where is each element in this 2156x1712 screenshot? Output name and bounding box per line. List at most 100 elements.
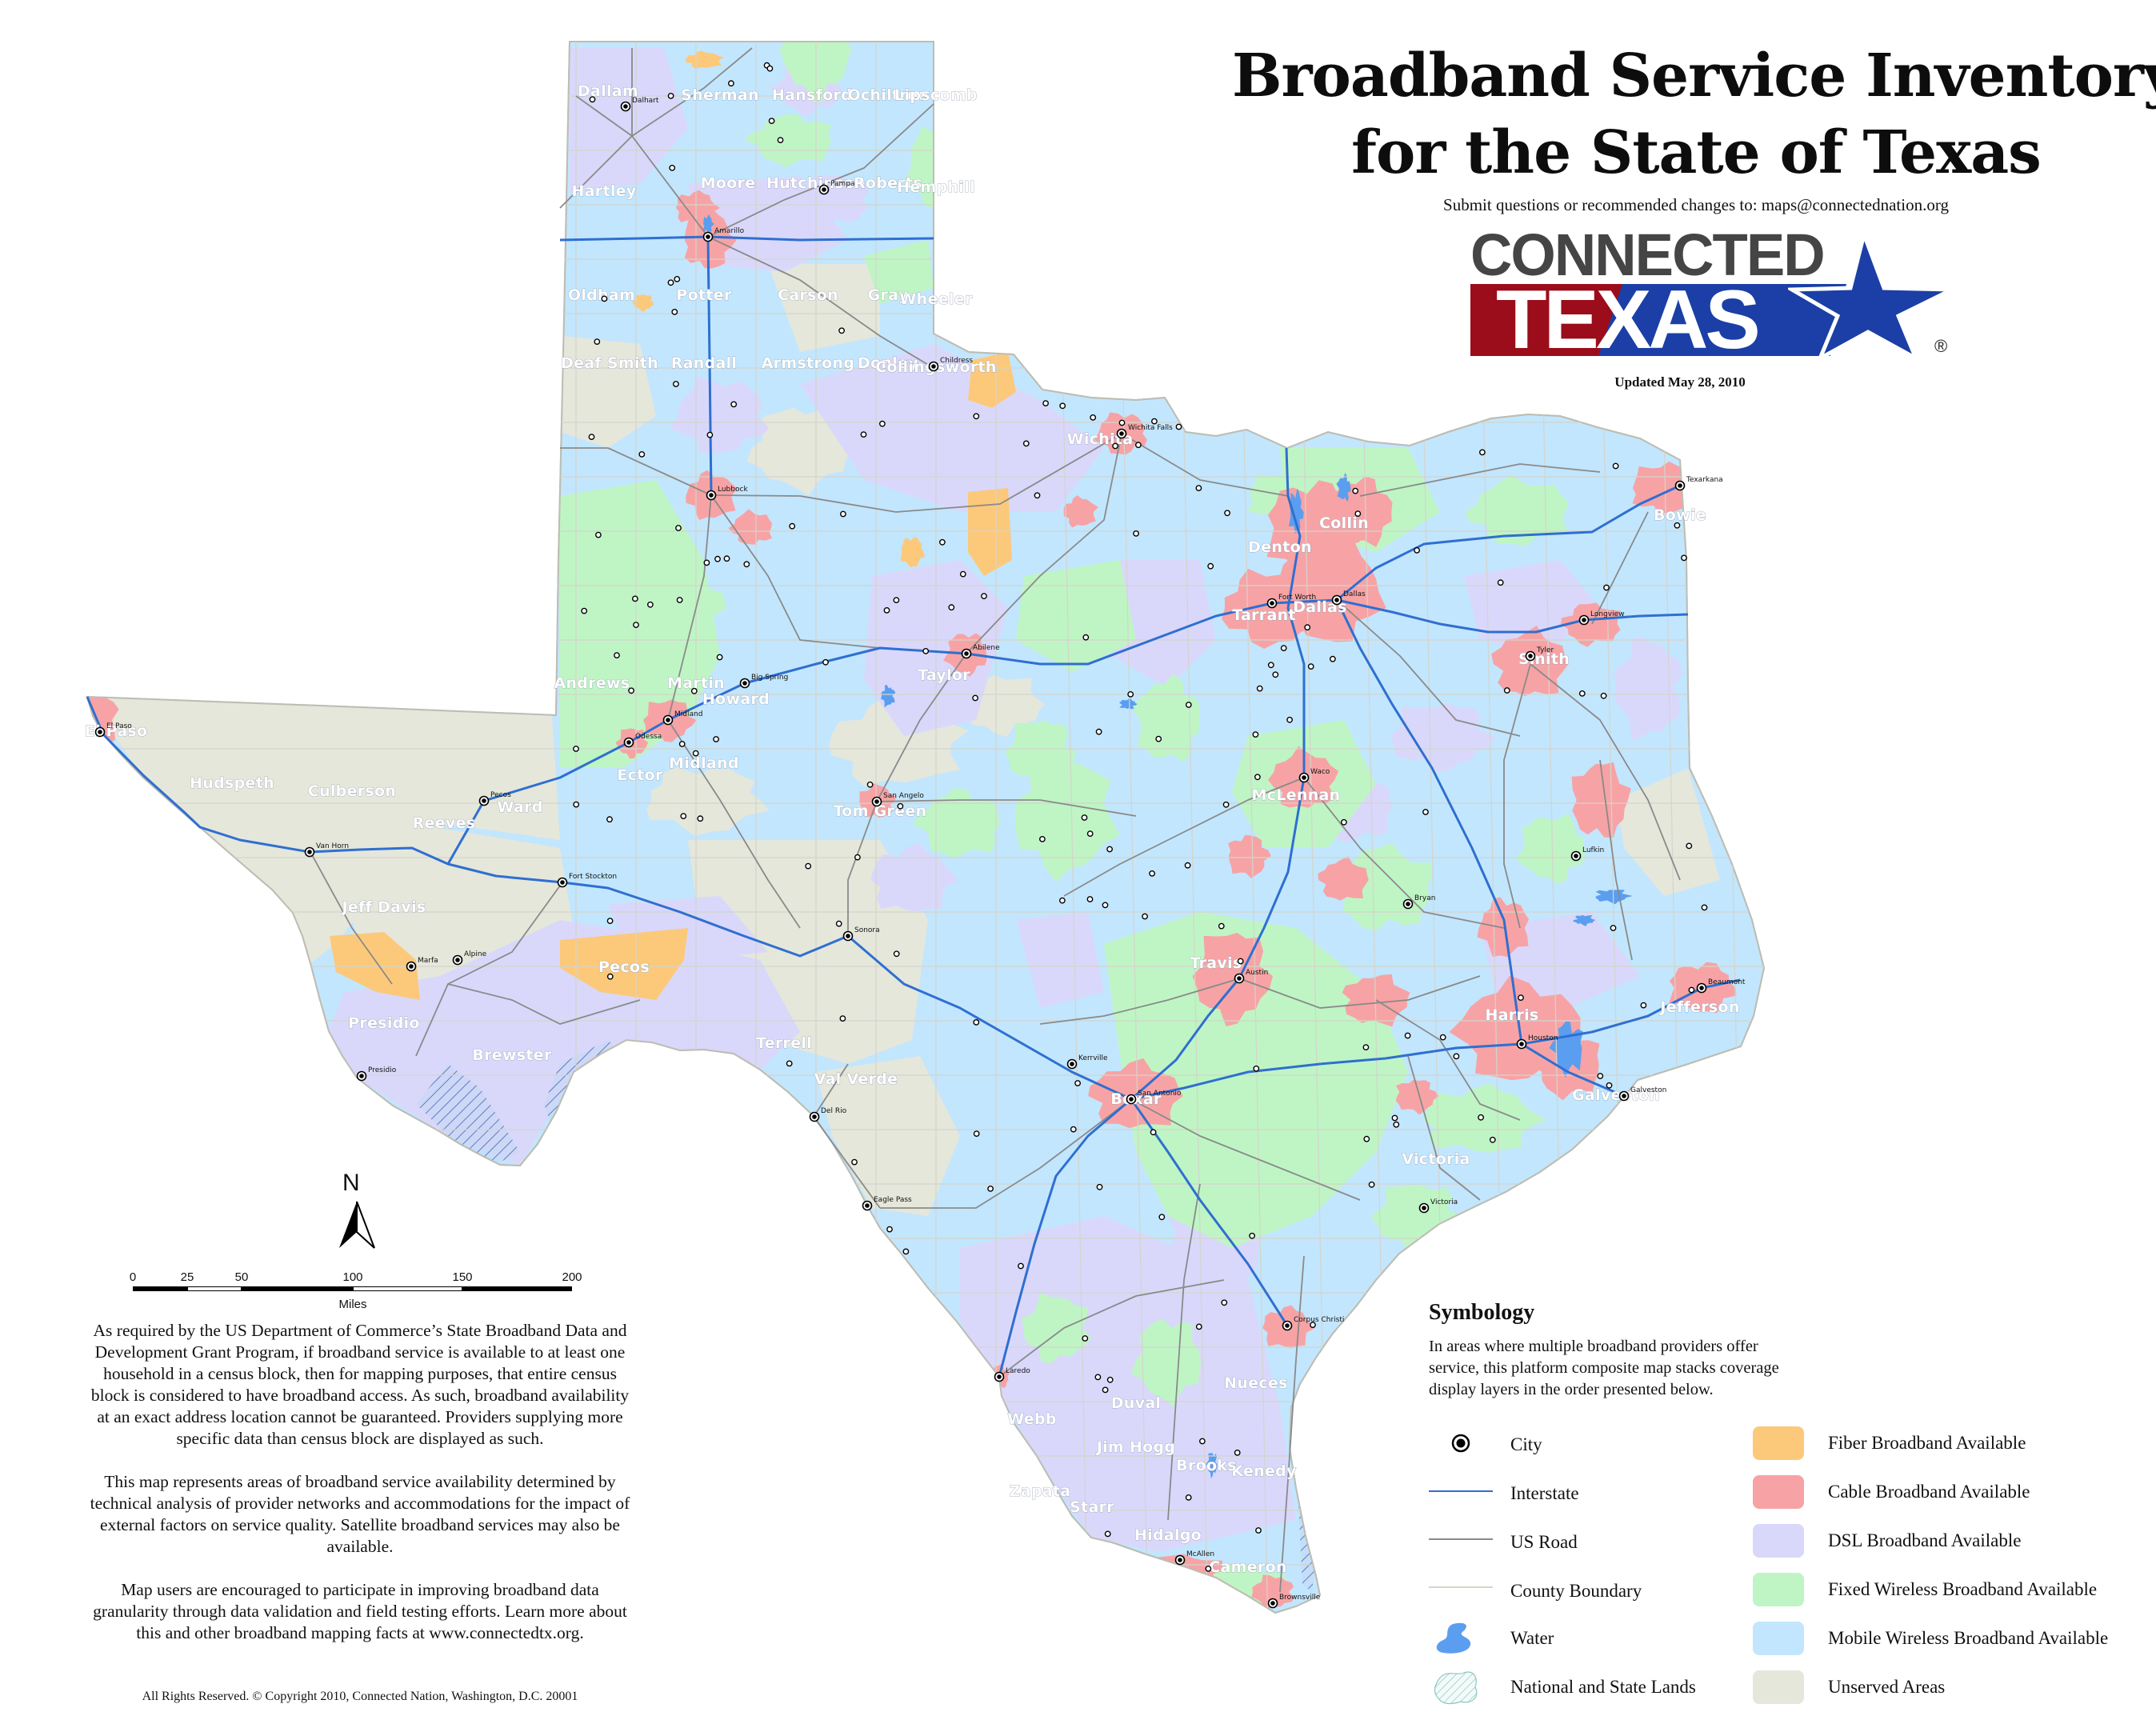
town-dot-icon bbox=[674, 275, 681, 282]
town-dot-icon bbox=[897, 802, 904, 810]
town-dot-icon bbox=[632, 595, 638, 602]
logo-texas-text: TEXAS bbox=[1496, 274, 1761, 366]
city-dot-center bbox=[1574, 854, 1578, 858]
town-dot-icon bbox=[673, 381, 679, 387]
legend-label: Fixed Wireless Broadband Available bbox=[1828, 1579, 2098, 1599]
city-dot-center bbox=[98, 730, 102, 734]
city-label: Beaumont bbox=[1708, 978, 1746, 986]
town-dot-icon bbox=[1112, 442, 1119, 450]
county-label: Jeff Davis bbox=[341, 898, 426, 916]
town-dot-icon bbox=[1207, 562, 1214, 570]
county-label: Culberson bbox=[308, 782, 396, 800]
town-dot-icon bbox=[1081, 814, 1088, 821]
legend-label: DSL Broadband Available bbox=[1828, 1530, 2022, 1550]
town-dot-icon bbox=[1090, 414, 1097, 421]
fixed-wireless-swatch bbox=[1753, 1573, 1804, 1606]
disclaimer-paragraph: This map represents areas of broadband s… bbox=[90, 1472, 630, 1556]
town-dot-icon bbox=[680, 813, 687, 819]
town-dot-icon bbox=[1368, 1181, 1375, 1188]
town-dot-icon bbox=[1039, 836, 1046, 842]
scale-tick-label: 200 bbox=[562, 1270, 582, 1284]
town-dot-icon bbox=[716, 654, 723, 661]
city-label: Eagle Pass bbox=[874, 1196, 912, 1204]
city-label: San Angelo bbox=[883, 792, 924, 800]
city-dot-center bbox=[1237, 976, 1242, 981]
city-dot-center bbox=[812, 1114, 817, 1119]
city-dot-center bbox=[1270, 601, 1274, 606]
city-dot-center bbox=[455, 958, 460, 962]
town-dot-icon bbox=[723, 555, 730, 562]
county-label: Ector bbox=[617, 766, 663, 784]
city-label: Bryan bbox=[1414, 894, 1435, 902]
town-dot-icon bbox=[1022, 440, 1030, 447]
city-label: Amarillo bbox=[714, 227, 745, 235]
town-dot-icon bbox=[1094, 1374, 1102, 1381]
town-dot-icon bbox=[703, 559, 710, 566]
town-dot-icon bbox=[594, 338, 601, 345]
town-dot-icon bbox=[588, 434, 595, 440]
town-dot-icon bbox=[1218, 922, 1225, 930]
city-dot-center bbox=[1406, 902, 1410, 906]
hatched-lands-icon bbox=[1434, 1671, 1478, 1705]
town-dot-icon bbox=[1195, 1323, 1202, 1330]
town-dot-icon bbox=[606, 816, 613, 823]
town-dot-icon bbox=[860, 431, 867, 438]
town-dot-icon bbox=[1330, 655, 1336, 662]
scale-segment bbox=[353, 1286, 462, 1291]
scale-tick-label: 100 bbox=[342, 1270, 363, 1284]
town-dot-icon bbox=[1286, 716, 1294, 723]
county-label: Carson bbox=[778, 286, 838, 304]
legend-item-us-road: US Road bbox=[1429, 1525, 1578, 1560]
town-dot-icon bbox=[1391, 1114, 1398, 1122]
scale-segment bbox=[187, 1286, 242, 1291]
town-dot-icon bbox=[866, 781, 874, 788]
city-label: Van Horn bbox=[316, 842, 349, 850]
city-dot-center bbox=[931, 364, 936, 369]
mobile-wireless-swatch bbox=[1753, 1622, 1804, 1655]
town-dot-icon bbox=[1272, 671, 1279, 678]
town-dot-icon bbox=[1686, 842, 1693, 850]
scale-tick-label: 0 bbox=[129, 1270, 137, 1284]
town-dot-icon bbox=[768, 118, 775, 125]
unserved-area bbox=[1323, 1319, 1392, 1425]
city-dot-center bbox=[1070, 1062, 1074, 1066]
town-dot-icon bbox=[893, 950, 900, 958]
county-label: Tarrant bbox=[1232, 606, 1296, 624]
legend-item-cable: Cable Broadband Available bbox=[1753, 1474, 2030, 1510]
city-label: Galveston bbox=[1630, 1086, 1666, 1094]
town-dot-icon bbox=[766, 65, 774, 72]
town-dot-icon bbox=[1600, 692, 1607, 699]
town-dot-icon bbox=[1127, 691, 1134, 698]
city-dot-center bbox=[1422, 1206, 1426, 1210]
legend-label: US Road bbox=[1510, 1532, 1578, 1552]
city-label: Dallas bbox=[1343, 590, 1366, 598]
cable-swatch bbox=[1753, 1475, 1804, 1509]
city-label: Childress bbox=[940, 357, 973, 365]
town-dot-icon bbox=[1603, 584, 1610, 591]
town-dot-icon bbox=[886, 1226, 893, 1233]
town-dot-icon bbox=[1310, 1322, 1316, 1329]
town-dot-icon bbox=[939, 538, 946, 546]
county-label: Dallam bbox=[578, 82, 638, 100]
county-label: Andrews bbox=[554, 674, 630, 692]
city-label: Marfa bbox=[418, 957, 438, 965]
city-dot-center bbox=[1285, 1323, 1290, 1328]
city-dot-center bbox=[1129, 1097, 1134, 1102]
town-dot-icon bbox=[1497, 579, 1504, 586]
town-dot-icon bbox=[589, 96, 596, 103]
scale-segment bbox=[242, 1286, 353, 1291]
water-body bbox=[1757, 1018, 1764, 1053]
city-label: San Antonio bbox=[1138, 1090, 1182, 1098]
town-dot-icon bbox=[669, 164, 676, 171]
town-dot-icon bbox=[1118, 419, 1126, 426]
town-dot-icon bbox=[1610, 925, 1617, 931]
town-dot-icon bbox=[972, 694, 979, 702]
town-dot-icon bbox=[1363, 1135, 1370, 1142]
legend-item-water: Water bbox=[1429, 1621, 1554, 1656]
town-dot-icon bbox=[1688, 986, 1695, 994]
town-dot-icon bbox=[1059, 897, 1066, 904]
town-dot-icon bbox=[1133, 530, 1140, 537]
county-label: Potter bbox=[676, 286, 732, 304]
town-dot-icon bbox=[1151, 418, 1158, 425]
legend-label: City bbox=[1510, 1434, 1542, 1454]
